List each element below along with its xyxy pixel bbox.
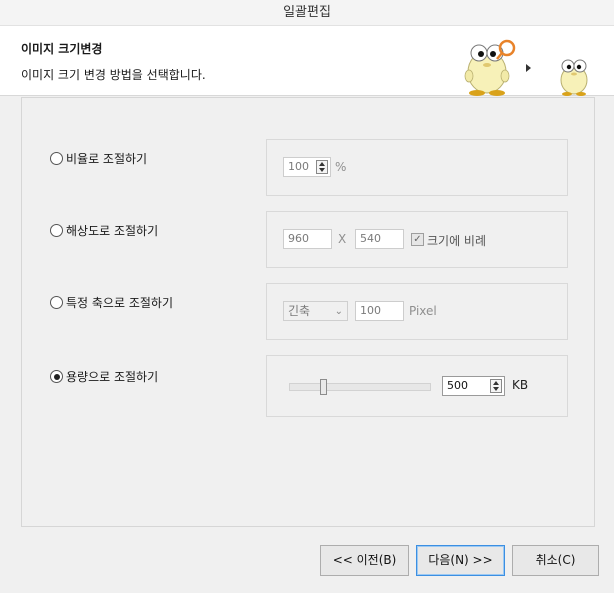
mascot-small-icon — [560, 59, 588, 96]
option-ratio[interactable]: 비율로 조절하기 — [50, 150, 147, 167]
axis-group: 긴축 ⌄ 100 Pixel — [266, 283, 568, 340]
resolution-group: 960 X 540 ✓ 크기에 비례 — [266, 211, 568, 268]
axis-unit: Pixel — [409, 304, 437, 318]
resolution-width-input[interactable]: 960 — [283, 229, 332, 249]
batch-edit-window: 일괄편집 이미지 크기변경 이미지 크기 변경 방법을 선택합니다. 비율로 조… — [0, 0, 614, 593]
option-axis[interactable]: 특정 축으로 조절하기 — [50, 294, 173, 311]
filesize-spinner-icon[interactable] — [490, 379, 502, 393]
ratio-group: 100 % — [266, 139, 568, 196]
axis-pixel-input[interactable]: 100 — [355, 301, 404, 321]
ratio-percent-input[interactable]: 100 — [283, 157, 331, 177]
chevron-down-icon: ⌄ — [334, 306, 343, 317]
option-filesize-label: 용량으로 조절하기 — [66, 370, 159, 384]
resolution-separator: X — [338, 232, 347, 246]
mascot-large-icon — [464, 39, 516, 96]
option-axis-label: 특정 축으로 조절하기 — [66, 296, 173, 310]
filesize-unit: KB — [512, 378, 529, 392]
ratio-percent-value: 100 — [288, 160, 309, 173]
option-resolution[interactable]: 해상도로 조절하기 — [50, 222, 158, 239]
radio-axis[interactable] — [50, 296, 63, 309]
filesize-slider-track[interactable] — [289, 383, 431, 391]
radio-ratio[interactable] — [50, 152, 63, 165]
wizard-header: 이미지 크기변경 이미지 크기 변경 방법을 선택합니다. — [0, 26, 614, 96]
cancel-button[interactable]: 취소(C) — [512, 545, 599, 576]
keep-ratio-checkbox[interactable]: ✓ — [411, 233, 424, 246]
option-resolution-label: 해상도로 조절하기 — [66, 224, 159, 238]
option-ratio-label: 비율로 조절하기 — [66, 152, 148, 166]
filesize-kb-input[interactable]: 500 — [442, 376, 505, 396]
page-title: 이미지 크기변경 — [21, 42, 103, 56]
step-arrow-icon — [526, 64, 531, 72]
radio-resolution[interactable] — [50, 224, 63, 237]
axis-select[interactable]: 긴축 ⌄ — [283, 301, 348, 321]
title-bar[interactable]: 일괄편집 — [0, 0, 614, 26]
ratio-unit: % — [335, 160, 347, 174]
keep-ratio-label: 크기에 비례 — [427, 234, 487, 248]
prev-button[interactable]: << 이전(B) — [320, 545, 409, 576]
axis-select-value: 긴축 — [288, 304, 311, 318]
filesize-kb-value: 500 — [447, 379, 468, 392]
resolution-height-input[interactable]: 540 — [355, 229, 404, 249]
filesize-slider-thumb[interactable] — [320, 379, 328, 395]
option-filesize[interactable]: 용량으로 조절하기 — [50, 368, 158, 385]
page-subtitle: 이미지 크기 변경 방법을 선택합니다. — [21, 68, 206, 82]
ratio-spinner-icon[interactable] — [316, 160, 328, 174]
next-button[interactable]: 다음(N) >> — [416, 545, 505, 576]
resize-options-panel: 비율로 조절하기 100 % 해상도로 조절하기 960 X 540 ✓ 크기에… — [21, 97, 595, 527]
window-title: 일괄편집 — [283, 5, 331, 20]
radio-filesize[interactable] — [50, 370, 63, 383]
filesize-group: 500 KB — [266, 355, 568, 417]
